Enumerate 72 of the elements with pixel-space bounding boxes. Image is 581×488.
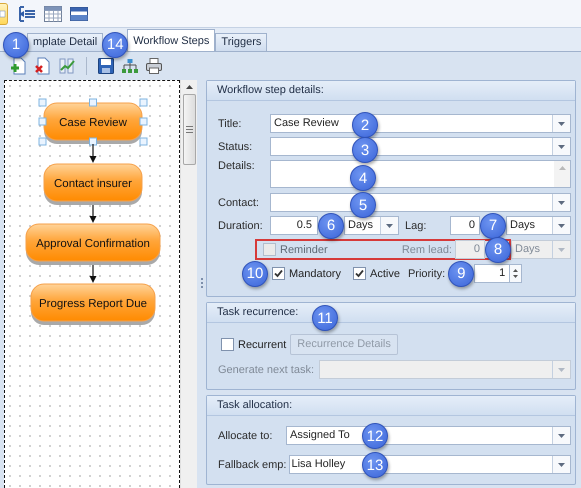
caret-down-icon bbox=[558, 462, 565, 466]
add-document-icon[interactable] bbox=[10, 57, 28, 75]
number-field[interactable]: 0.5 bbox=[270, 216, 318, 235]
checkmark-icon bbox=[273, 268, 284, 279]
callout-badge: 6 bbox=[318, 212, 344, 238]
field-label: Duration: bbox=[218, 220, 264, 232]
spin-button[interactable] bbox=[510, 264, 522, 283]
delete-document-icon[interactable] bbox=[34, 57, 52, 75]
save-icon[interactable] bbox=[97, 57, 115, 75]
splitter-handle[interactable] bbox=[200, 278, 202, 290]
number-field[interactable]: 0 bbox=[450, 216, 480, 235]
caret-up-icon bbox=[513, 269, 518, 272]
field-label: Status: bbox=[218, 140, 254, 152]
caret-down-icon bbox=[513, 275, 518, 278]
field-label: Lag: bbox=[405, 220, 428, 232]
status-dropdown[interactable] bbox=[270, 137, 571, 156]
checkbox-label: Active bbox=[368, 268, 400, 280]
group-heading: Task allocation: bbox=[207, 396, 575, 416]
number-field[interactable]: 1 bbox=[474, 264, 510, 283]
tab[interactable]: Workflow Steps bbox=[127, 29, 216, 51]
checkbox-label: Reminder bbox=[279, 244, 328, 256]
callout-badge: 8 bbox=[485, 236, 511, 262]
checkmark-icon bbox=[354, 268, 365, 279]
tab[interactable]: mplate Detail bbox=[27, 33, 104, 51]
caret-down-icon bbox=[558, 248, 565, 252]
field-label: Allocate to: bbox=[218, 430, 274, 442]
print-icon[interactable] bbox=[145, 57, 163, 75]
checkbox[interactable] bbox=[221, 338, 234, 351]
unit-dropdown[interactable]: Days bbox=[506, 216, 571, 235]
tab[interactable]: Triggers bbox=[215, 33, 268, 51]
field-label: Title: bbox=[218, 118, 242, 130]
field-label: Fallback emp: bbox=[218, 458, 288, 470]
unit-dropdown[interactable]: Days bbox=[344, 216, 399, 235]
dropdown-button[interactable] bbox=[552, 138, 570, 155]
dropdown-button[interactable] bbox=[552, 427, 570, 444]
dropdown-button[interactable] bbox=[552, 194, 570, 211]
callout-badge: 9 bbox=[448, 260, 474, 286]
checkbox[interactable] bbox=[352, 267, 366, 280]
field-label: Rem lead: bbox=[402, 244, 453, 256]
field-label: Generate next task: bbox=[218, 364, 315, 376]
caret-down-icon bbox=[558, 368, 565, 372]
dropdown-button[interactable] bbox=[552, 115, 570, 132]
caret-down-icon bbox=[558, 224, 565, 228]
group-heading: Workflow step details: bbox=[207, 81, 575, 101]
dropdown-button[interactable] bbox=[552, 217, 570, 234]
chart-document-icon[interactable] bbox=[58, 57, 76, 75]
arrow bbox=[90, 205, 96, 223]
caret-down-icon bbox=[386, 224, 393, 228]
callout-badge: 14 bbox=[102, 32, 128, 58]
caret-down-icon bbox=[558, 144, 565, 148]
details-field[interactable] bbox=[270, 160, 571, 188]
caret-down-icon bbox=[558, 200, 565, 204]
callout-badge: 10 bbox=[242, 260, 268, 286]
hierarchy-icon[interactable] bbox=[121, 57, 139, 75]
callout-badge: 7 bbox=[480, 212, 506, 238]
caret-up-icon bbox=[186, 85, 192, 89]
checkbox-label: Mandatory bbox=[288, 268, 341, 280]
caret-down-icon bbox=[558, 122, 565, 126]
callout-badge: 1 bbox=[3, 32, 29, 58]
field-label: Details: bbox=[218, 160, 256, 172]
checkbox[interactable] bbox=[272, 267, 285, 280]
dropdown-button[interactable] bbox=[552, 456, 570, 473]
contact-dropdown[interactable] bbox=[270, 193, 571, 212]
arrow bbox=[90, 144, 96, 163]
caret-up-icon bbox=[558, 166, 566, 170]
caret-down-icon bbox=[558, 434, 565, 438]
field-label: Priority: bbox=[408, 268, 446, 280]
field-label: Contact: bbox=[218, 196, 260, 208]
dropdown-button[interactable] bbox=[380, 217, 398, 234]
arrow bbox=[90, 265, 96, 283]
diagram-canvas[interactable]: Case Review Contact insurer Approval Confirmation Progress Report Due bbox=[4, 80, 180, 488]
checkbox-label: Recurrent bbox=[237, 338, 286, 350]
